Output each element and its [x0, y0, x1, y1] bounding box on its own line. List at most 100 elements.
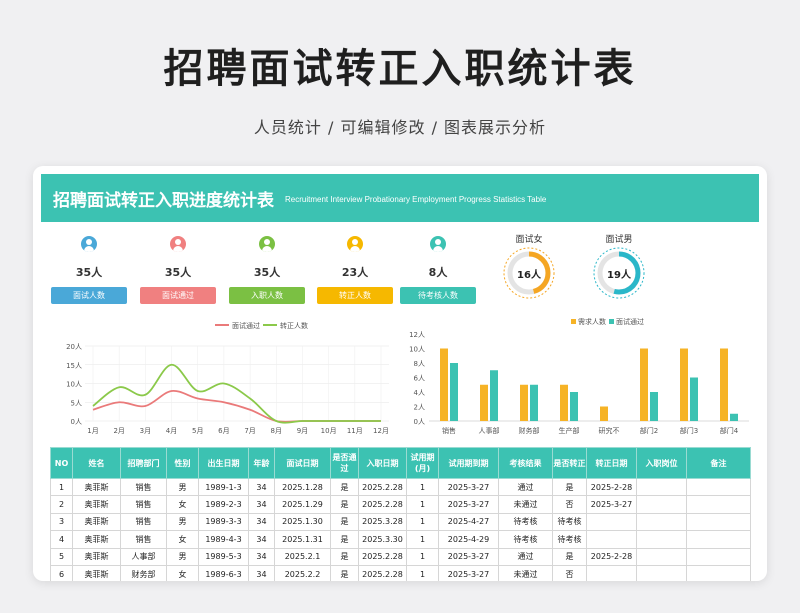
table-cell[interactable]: 销售	[120, 512, 167, 532]
table-cell[interactable]	[686, 530, 751, 549]
table-cell[interactable]: 1989-3-3	[198, 512, 249, 532]
table-cell[interactable]: 未通过	[498, 564, 553, 581]
table-cell[interactable]	[636, 530, 687, 549]
table-cell[interactable]: 1	[406, 477, 439, 497]
table-cell[interactable]: 1989-4-3	[198, 530, 249, 549]
table-cell[interactable]: 2025.2.28	[358, 547, 407, 566]
table-cell[interactable]	[586, 512, 637, 532]
table-cell[interactable]: 4	[50, 530, 73, 549]
table-cell[interactable]	[686, 495, 751, 514]
table-cell[interactable]: 2025.2.28	[358, 564, 407, 581]
table-cell[interactable]: 34	[248, 512, 275, 532]
table-cell[interactable]: 2025.2.28	[358, 495, 407, 514]
table-cell[interactable]: 待考核	[552, 530, 587, 549]
table-cell[interactable]: 2	[50, 495, 73, 514]
table-cell[interactable]	[686, 512, 751, 532]
table-cell[interactable]: 是	[330, 477, 359, 497]
table-cell[interactable]: 5	[50, 547, 73, 566]
table-cell[interactable]: 女	[166, 530, 199, 549]
table-cell[interactable]: 是	[330, 564, 359, 581]
table-cell[interactable]: 3	[50, 512, 73, 532]
table-cell[interactable]: 2025-3-27	[438, 477, 499, 497]
table-cell[interactable]: 2025-3-27	[438, 495, 499, 514]
table-cell[interactable]	[586, 530, 637, 549]
table-cell[interactable]: 1989-5-3	[198, 547, 249, 566]
table-cell[interactable]: 2025.1.28	[274, 477, 331, 497]
table-cell[interactable]: 2025.1.31	[274, 530, 331, 549]
table-cell[interactable]: 34	[248, 477, 275, 497]
stat-label[interactable]: 面试通过	[140, 287, 216, 304]
table-cell[interactable]: 1	[406, 495, 439, 514]
table-cell[interactable]: 奥菲斯	[72, 530, 121, 549]
table-cell[interactable]: 2025.1.29	[274, 495, 331, 514]
table-cell[interactable]	[636, 564, 687, 581]
table-cell[interactable]: 未通过	[498, 495, 553, 514]
table-cell[interactable]: 是	[552, 477, 587, 497]
table-cell[interactable]: 2025-2-28	[586, 477, 637, 497]
table-cell[interactable]: 2025-4-29	[438, 530, 499, 549]
table-cell[interactable]	[636, 547, 687, 566]
table-cell[interactable]: 待考核	[498, 530, 553, 549]
table-cell[interactable]: 34	[248, 495, 275, 514]
table-cell[interactable]: 1	[406, 547, 439, 566]
table-cell[interactable]: 1989-6-3	[198, 564, 249, 581]
table-cell[interactable]: 奥菲斯	[72, 564, 121, 581]
table-cell[interactable]: 1	[406, 512, 439, 532]
table-cell[interactable]: 人事部	[120, 547, 167, 566]
table-cell[interactable]: 男	[166, 512, 199, 532]
table-cell[interactable]: 6	[50, 564, 73, 581]
table-cell[interactable]: 是	[552, 547, 587, 566]
table-cell[interactable]: 是	[330, 530, 359, 549]
table-cell[interactable]: 奥菲斯	[72, 547, 121, 566]
table-cell[interactable]	[636, 477, 687, 497]
table-cell[interactable]: 是	[330, 512, 359, 532]
table-cell[interactable]: 1989-2-3	[198, 495, 249, 514]
table-cell[interactable]: 女	[166, 564, 199, 581]
table-cell[interactable]: 2025.1.30	[274, 512, 331, 532]
table-cell[interactable]: 1989-1-3	[198, 477, 249, 497]
table-cell[interactable]: 1	[406, 530, 439, 549]
table-cell[interactable]: 1	[406, 564, 439, 581]
table-cell[interactable]: 男	[166, 477, 199, 497]
table-cell[interactable]: 通过	[498, 547, 553, 566]
table-cell[interactable]	[636, 495, 687, 514]
table-cell[interactable]: 否	[552, 564, 587, 581]
table-cell[interactable]: 2025-4-27	[438, 512, 499, 532]
table-cell[interactable]: 销售	[120, 530, 167, 549]
table-cell[interactable]: 34	[248, 564, 275, 581]
table-cell[interactable]: 奥菲斯	[72, 477, 121, 497]
table-cell[interactable]: 2025-2-28	[586, 547, 637, 566]
table-cell[interactable]: 34	[248, 547, 275, 566]
table-cell[interactable]: 奥菲斯	[72, 512, 121, 532]
table-cell[interactable]	[586, 564, 637, 581]
table-cell[interactable]: 通过	[498, 477, 553, 497]
table-cell[interactable]	[686, 547, 751, 566]
table-cell[interactable]: 2025-3-27	[586, 495, 637, 514]
table-cell[interactable]: 销售	[120, 495, 167, 514]
table-cell[interactable]: 34	[248, 530, 275, 549]
table-cell[interactable]: 财务部	[120, 564, 167, 581]
table-cell[interactable]: 男	[166, 547, 199, 566]
table-cell[interactable]: 销售	[120, 477, 167, 497]
table-cell[interactable]: 2025.2.2	[274, 564, 331, 581]
table-cell[interactable]: 女	[166, 495, 199, 514]
table-cell[interactable]: 奥菲斯	[72, 495, 121, 514]
table-cell[interactable]: 是	[330, 495, 359, 514]
table-cell[interactable]: 否	[552, 495, 587, 514]
table-cell[interactable]: 2025-3-27	[438, 564, 499, 581]
table-cell[interactable]	[686, 564, 751, 581]
table-cell[interactable]: 待考核	[552, 512, 587, 532]
stat-label[interactable]: 面试人数	[51, 287, 127, 304]
table-cell[interactable]: 是	[330, 547, 359, 566]
table-cell[interactable]: 2025.2.1	[274, 547, 331, 566]
table-cell[interactable]: 2025.2.28	[358, 477, 407, 497]
table-cell[interactable]: 2025.3.28	[358, 512, 407, 532]
stat-label[interactable]: 待考核人数	[400, 287, 476, 304]
table-cell[interactable]: 2025-3-27	[438, 547, 499, 566]
table-cell[interactable]: 1	[50, 477, 73, 497]
stat-label[interactable]: 转正人数	[317, 287, 393, 304]
table-cell[interactable]: 待考核	[498, 512, 553, 532]
stat-label[interactable]: 入职人数	[229, 287, 305, 304]
table-cell[interactable]	[686, 477, 751, 497]
table-cell[interactable]: 2025.3.30	[358, 530, 407, 549]
